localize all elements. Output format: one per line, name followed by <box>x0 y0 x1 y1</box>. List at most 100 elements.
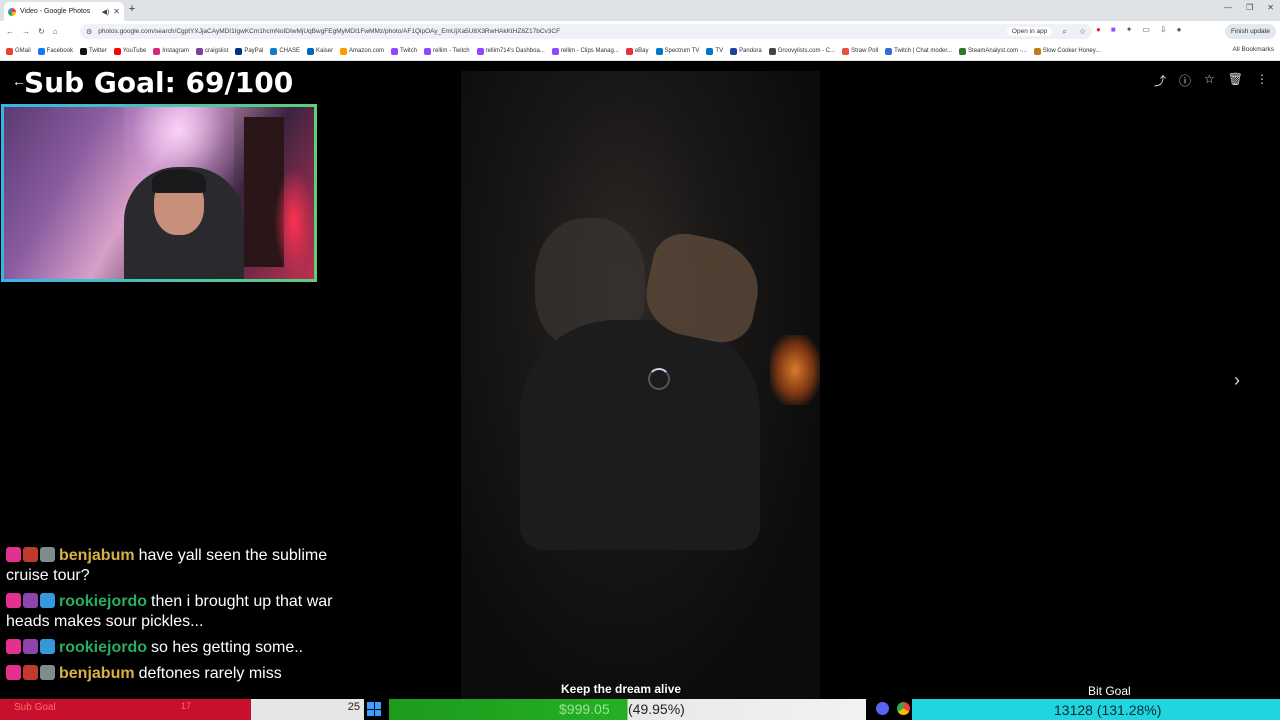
bookmark-item[interactable]: craigslist <box>195 47 228 55</box>
bookmark-label: Instagram <box>162 48 189 54</box>
extension-icon[interactable]: ■ <box>1111 25 1116 34</box>
bookmark-label: Straw Poll <box>851 48 879 54</box>
bookmark-label: PayPal <box>244 48 264 54</box>
bookmark-star-icon[interactable]: ☆ <box>1079 27 1086 36</box>
bookmark-item[interactable]: Groovylists.com - C... <box>768 47 835 55</box>
next-chevron-icon[interactable]: › <box>1234 370 1240 391</box>
bookmark-item[interactable]: YouTube <box>113 47 147 55</box>
chat-message: rookiejordo so hes getting some.. <box>6 638 366 658</box>
webcam-red-light <box>274 167 314 277</box>
bookmark-label: Twitch | Chat moder... <box>894 48 953 54</box>
bookmark-item[interactable]: Twitch | Chat moder... <box>885 47 953 55</box>
bookmark-item[interactable]: Twitter <box>80 47 107 55</box>
bookmark-item[interactable]: GMail <box>6 47 31 55</box>
bookmark-item[interactable]: TV <box>706 47 724 55</box>
sub-goal-title: Sub Goal: 69/100 <box>24 66 294 99</box>
window-controls: — ❐ ✕ <box>1224 3 1274 12</box>
chat-badge-icon <box>6 593 21 608</box>
bookmark-label: YouTube <box>122 48 147 54</box>
bookmark-favicon-icon <box>37 47 45 55</box>
bookmark-favicon-icon <box>424 47 432 55</box>
reload-icon[interactable]: ↻ <box>38 27 45 36</box>
bookmark-item[interactable]: rellim - Clips Manag... <box>551 47 619 55</box>
minimize-icon[interactable]: — <box>1224 3 1232 12</box>
bookmark-item[interactable]: SteamAnalyst.com -... <box>959 47 1027 55</box>
bookmark-item[interactable]: eBay <box>625 47 649 55</box>
share-icon[interactable]: ⤴ <box>1154 72 1166 89</box>
bookmark-favicon-icon <box>153 47 161 55</box>
new-tab-button[interactable]: + <box>126 3 138 15</box>
bookmark-item[interactable]: Kaiser <box>307 47 333 55</box>
download-icon[interactable]: ⇩ <box>1160 25 1167 34</box>
bookmark-item[interactable]: CHASE <box>270 47 300 55</box>
open-in-app-button[interactable]: Open in app <box>1006 27 1053 36</box>
finish-update-button[interactable]: Finish update <box>1224 24 1276 39</box>
bookmark-item[interactable]: Spectrum TV <box>655 47 699 55</box>
chat-username: benjabum <box>59 547 135 564</box>
trash-icon[interactable]: 🗑 <box>1228 72 1243 89</box>
chat-username: rookiejordo <box>59 639 148 656</box>
keep-dream-label: Keep the dream alive <box>561 682 682 696</box>
bookmark-label: rellim - Twitch <box>433 48 470 54</box>
screen: Video - Google Photos ◀) ✕ + — ❐ ✕ ← → ↻… <box>0 0 1280 720</box>
favorite-star-icon[interactable]: ☆ <box>1204 72 1215 89</box>
chat-badges <box>6 639 55 654</box>
profile-icon[interactable]: ● <box>1177 25 1182 34</box>
bookmark-favicon-icon <box>391 47 399 55</box>
bookmark-favicon-icon <box>655 47 663 55</box>
bit-goal-bar: 13128 (131.28%) <box>912 699 1280 720</box>
bookmark-favicon-icon <box>476 47 484 55</box>
bookmark-item[interactable]: rellim - Twitch <box>424 47 470 55</box>
bookmark-item[interactable]: rellim714's Dashboa... <box>476 47 545 55</box>
sidebar-icon[interactable]: ▭ <box>1142 25 1150 34</box>
tab-google-photos[interactable]: Video - Google Photos ◀) ✕ <box>4 2 124 21</box>
bookmark-favicon-icon <box>706 47 714 55</box>
close-tab-icon[interactable]: ✕ <box>113 7 120 16</box>
sub-goal-remaining-bar: 25 <box>251 699 364 720</box>
chat-text: so hes getting some.. <box>151 639 304 656</box>
chat-username: benjabum <box>59 665 135 682</box>
all-bookmarks-button[interactable]: All Bookmarks <box>1232 46 1274 53</box>
webcam-streamer-hat <box>152 169 206 193</box>
bookmark-item[interactable]: Amazon.com <box>340 47 385 55</box>
chat-badge-icon <box>40 593 55 608</box>
forward-icon[interactable]: → <box>22 27 30 36</box>
bookmark-favicon-icon <box>80 47 88 55</box>
puzzle-icon[interactable]: ✦ <box>1126 25 1133 34</box>
bookmark-favicon-icon <box>195 47 203 55</box>
bookmark-favicon-icon <box>730 47 738 55</box>
chat-text: deftones rarely miss <box>138 665 282 682</box>
close-window-icon[interactable]: ✕ <box>1267 3 1274 12</box>
more-options-icon[interactable]: ⋮ <box>1256 72 1268 89</box>
address-bar[interactable]: ⚙ photos.google.com/search/CgptYXJjaCAyM… <box>80 24 1092 39</box>
restore-icon[interactable]: ❐ <box>1246 3 1253 12</box>
info-icon[interactable]: ⓘ <box>1179 72 1191 89</box>
discord-icon[interactable] <box>876 702 889 715</box>
sub-goal-bar: Sub Goal 17 <box>0 699 251 720</box>
extension-icon[interactable]: ● <box>1096 25 1101 34</box>
bookmark-item[interactable]: Slow Cooker Honey... <box>1033 47 1100 55</box>
bookmark-item[interactable]: Instagram <box>153 47 189 55</box>
chat-message: benjabum deftones rarely miss <box>6 664 366 684</box>
bookmark-label: TV <box>715 48 724 54</box>
url-text[interactable]: photos.google.com/search/CgptYXJjaCAyMDI… <box>98 28 1001 35</box>
bookmark-label: SteamAnalyst.com -... <box>968 48 1027 54</box>
bookmark-label: Amazon.com <box>349 48 385 54</box>
browser-toolbar: ← → ↻ ⌂ ⚙ photos.google.com/search/CgptY… <box>0 21 1280 42</box>
home-icon[interactable]: ⌂ <box>53 27 58 36</box>
chat-badge-icon <box>23 593 38 608</box>
bit-goal-label: Bit Goal <box>1088 684 1131 698</box>
bookmark-item[interactable]: Pandora <box>730 47 762 55</box>
bookmark-item[interactable]: Straw Poll <box>842 47 879 55</box>
tab-strip: Video - Google Photos ◀) ✕ + — ❐ ✕ <box>0 0 1280 21</box>
speaker-icon[interactable]: ◀) <box>102 8 110 16</box>
bookmark-item[interactable]: Facebook <box>37 47 74 55</box>
bookmark-item[interactable]: Twitch <box>391 47 417 55</box>
site-info-icon[interactable]: ⚙ <box>86 28 92 36</box>
bookmark-label: Facebook <box>46 48 74 54</box>
windows-start-icon[interactable] <box>367 702 381 716</box>
zoom-icon[interactable]: ⌕ <box>1062 27 1066 37</box>
back-icon[interactable]: ← <box>6 27 14 36</box>
chrome-icon[interactable] <box>897 702 910 715</box>
bookmark-item[interactable]: PayPal <box>235 47 264 55</box>
